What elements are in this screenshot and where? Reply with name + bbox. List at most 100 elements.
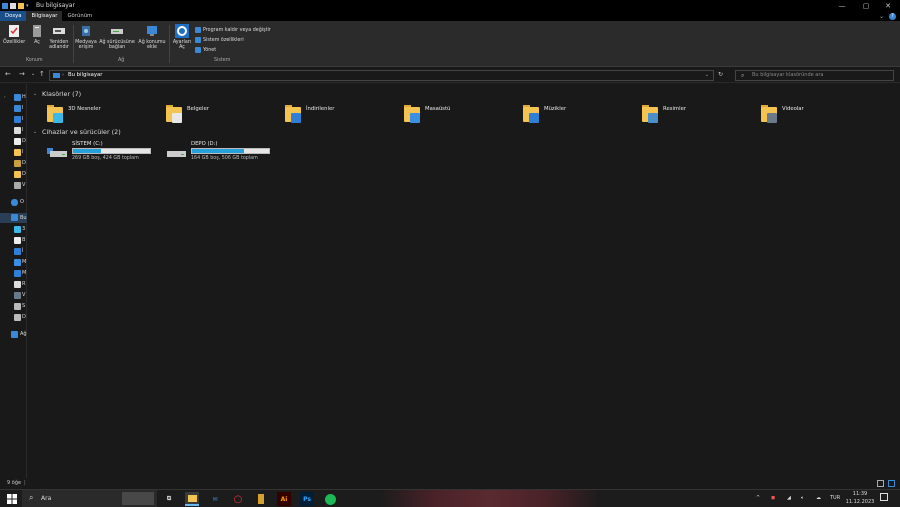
properties-icon[interactable] — [10, 2, 16, 9]
tab-file[interactable]: Dosya — [0, 11, 27, 21]
file-explorer-taskbar-icon[interactable] — [185, 492, 199, 506]
nav-item[interactable]: D — [22, 138, 26, 144]
volume-icon[interactable]: 🔈︎ — [801, 495, 804, 501]
search-input[interactable]: ⌕ Bu bilgisayar klasöründe ara — [735, 70, 894, 81]
ribbon-collapse-icon[interactable]: ⌄ — [879, 13, 884, 20]
illustrator-icon[interactable]: Ai — [277, 492, 291, 506]
folder-badge-icon — [53, 113, 63, 123]
map-network-drive-button[interactable]: Ağ sürücüsüne bağlan — [99, 24, 135, 50]
drive-d[interactable]: DEPO (D:) 164 GB boş, 506 GB toplam — [166, 141, 276, 163]
photoshop-icon[interactable]: Ps — [300, 492, 314, 506]
folder-item[interactable]: Müzikler — [523, 104, 566, 126]
show-hidden-icons-icon[interactable]: ^ — [756, 495, 760, 501]
content-pane: ⌄ Klasörler (7) 3D Nesneler Belgeler İndiri… — [28, 84, 900, 478]
nav-item[interactable]: I — [22, 149, 23, 155]
quick-access-dropdown-icon[interactable]: ▾ — [26, 3, 30, 9]
spotify-icon[interactable] — [323, 492, 337, 506]
nav-item-network[interactable]: Ağ — [20, 331, 27, 337]
nav-item[interactable]: R — [22, 281, 25, 287]
3d-objects-icon — [14, 226, 21, 233]
open-button[interactable]: Aç — [29, 24, 45, 45]
folder-badge-icon — [410, 113, 420, 123]
ribbon-tabs: Dosya Bilgisayar Görünüm ⌄ ? — [0, 11, 900, 21]
nav-item[interactable]: I — [22, 116, 23, 122]
open-settings-button[interactable]: Ayarları Aç — [171, 24, 193, 50]
nav-item-onedrive[interactable]: O — [20, 199, 24, 205]
section-header-devices[interactable]: ⌄ Cihazlar ve sürücüler (2) — [33, 128, 121, 136]
nav-item[interactable]: M — [22, 259, 26, 265]
download-icon — [14, 116, 21, 123]
details-view-icon[interactable] — [877, 480, 884, 487]
nav-item[interactable]: D — [22, 314, 26, 320]
input-language[interactable]: TUR — [830, 495, 840, 501]
task-view-icon[interactable]: ⧉ — [162, 492, 176, 506]
onedrive-tray-icon[interactable]: ☁ — [816, 495, 821, 501]
media-access-button[interactable]: Medyaya erişim — [75, 24, 97, 50]
large-icons-view-icon[interactable] — [888, 480, 895, 487]
nav-item[interactable]: I — [22, 105, 23, 111]
drive-space-info: 164 GB boş, 506 GB toplam — [191, 156, 258, 161]
folder-icon — [166, 104, 182, 124]
folder-item[interactable]: Resimler — [642, 104, 686, 126]
nav-item[interactable]: 3 — [22, 226, 25, 232]
windows-start-icon[interactable] — [5, 492, 19, 506]
forward-button[interactable]: → — [19, 70, 25, 78]
rename-button[interactable]: Yeniden adlandır — [47, 24, 71, 50]
nav-item[interactable]: M — [22, 270, 26, 276]
nav-item[interactable]: İ — [22, 248, 23, 254]
add-network-location-button[interactable]: Ağ konumu ekle — [137, 24, 167, 50]
pictures-icon — [14, 281, 21, 288]
nav-item[interactable]: D — [22, 160, 26, 166]
folder-icon — [523, 104, 539, 124]
system-properties-button[interactable]: Sistem özellikleri — [195, 37, 244, 43]
up-button[interactable]: ↑ — [39, 70, 45, 78]
folder-badge-icon — [172, 113, 182, 123]
folder-icon — [14, 160, 21, 167]
network-status-icon[interactable]: ◢ — [787, 495, 791, 501]
notification-center-icon[interactable] — [880, 493, 888, 501]
nav-item-this-pc[interactable]: Bu — [20, 215, 27, 221]
close-button[interactable]: ✕ — [876, 0, 900, 11]
folder-icon — [14, 171, 21, 178]
minimize-button[interactable]: — — [830, 0, 854, 11]
tray-app-icon[interactable]: ◼ — [771, 495, 775, 501]
folder-item[interactable]: İndirilenler — [285, 104, 334, 126]
expand-chevron-icon[interactable]: › — [4, 94, 6, 99]
recent-locations-icon[interactable]: ⌄ — [31, 71, 35, 77]
nav-item-quick-access[interactable]: H — [22, 94, 26, 100]
mail-icon[interactable]: ✉ — [208, 492, 222, 506]
group-network-label: Ağ — [118, 58, 125, 63]
nav-item[interactable]: S — [22, 303, 25, 309]
nav-item[interactable]: V — [22, 182, 25, 188]
help-icon[interactable]: ? — [889, 12, 896, 20]
drive-c[interactable]: SİSTEM (C:) 269 GB boş, 424 GB toplam — [47, 141, 157, 163]
address-dropdown-icon[interactable]: ⌄ — [705, 71, 709, 80]
tab-view[interactable]: Görünüm — [62, 11, 97, 21]
music-icon — [14, 270, 21, 277]
app-icon[interactable] — [254, 492, 268, 506]
opera-icon[interactable]: ○ — [231, 492, 245, 506]
clock-date[interactable]: 11.12.2023 — [845, 499, 875, 505]
address-bar[interactable]: › Bu bilgisayar ⌄ — [49, 70, 714, 81]
manage-button[interactable]: Yönet — [195, 47, 216, 53]
taskbar-search-box[interactable]: ⌕ Ara — [22, 490, 157, 507]
nav-item[interactable]: I — [22, 127, 23, 133]
clock-time[interactable]: 11:39 — [849, 491, 871, 497]
refresh-icon[interactable]: ↻ — [718, 71, 723, 78]
tab-computer[interactable]: Bilgisayar — [26, 11, 63, 21]
nav-item[interactable]: D — [22, 171, 26, 177]
nav-item[interactable]: V — [22, 292, 25, 298]
new-folder-icon[interactable] — [18, 2, 24, 9]
nav-item[interactable]: B — [22, 237, 25, 243]
maximize-button[interactable]: ▢ — [854, 0, 878, 11]
properties-button[interactable]: Özellikler — [3, 24, 25, 45]
folder-item[interactable]: 3D Nesneler — [47, 104, 101, 126]
folder-item[interactable]: Videolar — [761, 104, 804, 126]
folder-item[interactable]: Belgeler — [166, 104, 209, 126]
properties-check-icon — [9, 25, 19, 37]
folder-item[interactable]: Masaüstü — [404, 104, 450, 126]
drive-usage-fill — [73, 149, 102, 153]
section-header-folders[interactable]: ⌄ Klasörler (7) — [33, 90, 81, 98]
back-button[interactable]: ← — [5, 70, 11, 78]
uninstall-program-button[interactable]: Program kaldır veya değiştir — [195, 27, 271, 33]
